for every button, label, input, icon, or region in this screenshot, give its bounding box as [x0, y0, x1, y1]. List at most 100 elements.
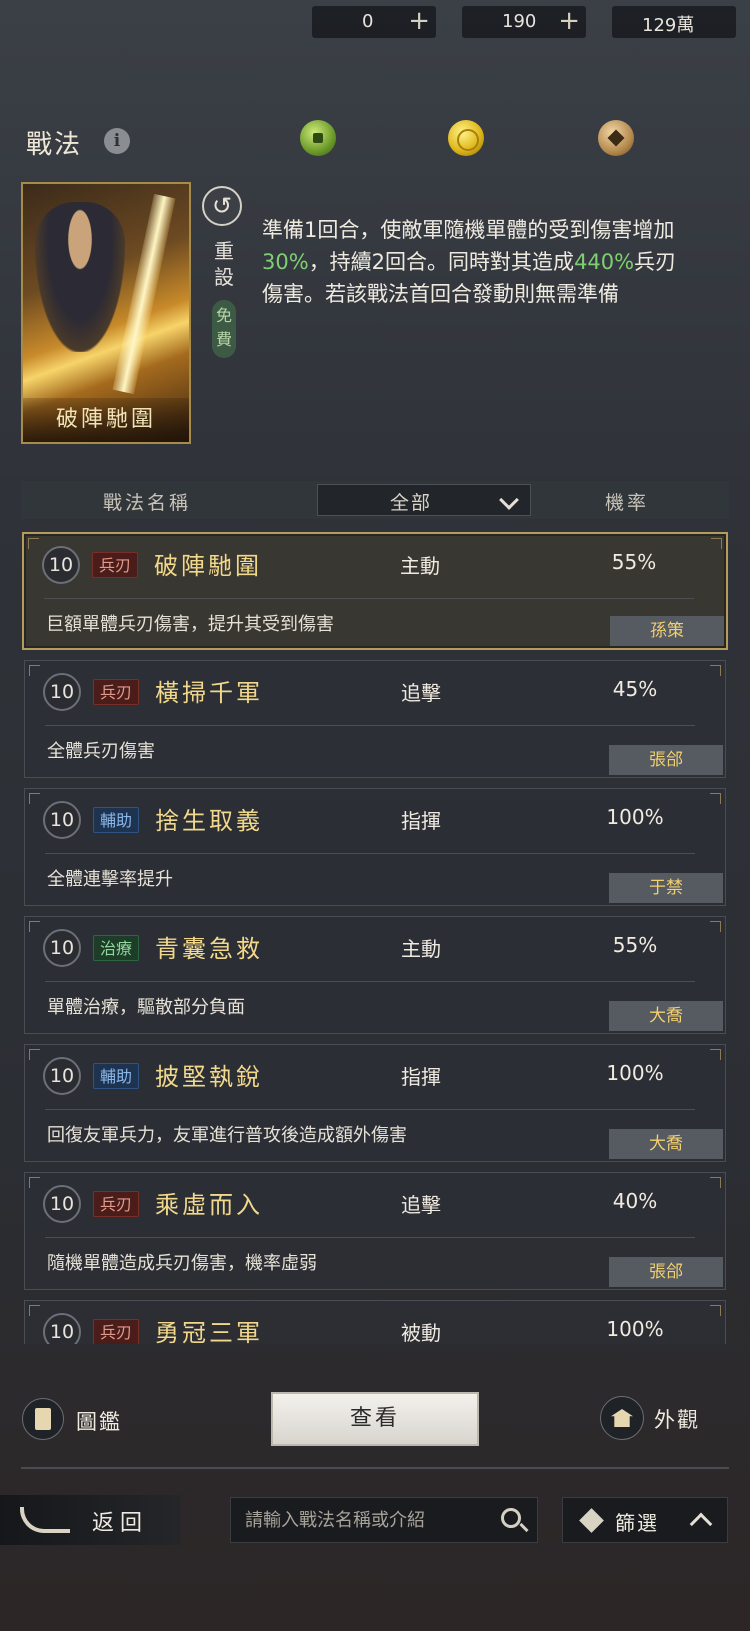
info-icon[interactable]: i	[104, 128, 130, 154]
row-divider	[45, 981, 695, 982]
skill-category-tag: 兵刃	[92, 552, 139, 578]
table-header: 戰法名稱 全部 機率	[21, 481, 729, 519]
pavilion-icon	[600, 1396, 644, 1440]
row-divider	[45, 853, 695, 854]
skill-rate: 55%	[611, 550, 657, 574]
search-box[interactable]	[230, 1497, 538, 1543]
skill-category-tag: 治療	[93, 935, 140, 961]
divider	[21, 1467, 729, 1469]
resource-copper: 129萬	[612, 6, 736, 38]
skill-summary: 隨機單體造成兵刃傷害，機率虛弱	[47, 1253, 317, 1274]
add-gold-button[interactable]: +	[558, 6, 580, 36]
filter-button[interactable]: 篩選	[562, 1497, 728, 1543]
desc-text-1: 準備1回合，使敵軍隨機單體的受到傷害增加	[262, 218, 675, 242]
type-filter-value: 全部	[390, 492, 433, 514]
reset-icon[interactable]: ↺	[202, 186, 242, 226]
skill-summary: 單體治療，驅散部分負面	[47, 997, 245, 1018]
skill-row[interactable]: 10 兵刃 勇冠三軍 被動 100%	[24, 1300, 726, 1344]
appearance-button[interactable]: 外觀	[600, 1396, 730, 1442]
skill-row[interactable]: 10 兵刃 破陣馳圍 主動 55% 巨額單體兵刃傷害，提升其受到傷害 孫策	[22, 532, 728, 650]
skill-row[interactable]: 10 治療 青囊急救 主動 55% 單體治療，驅散部分負面 大喬	[24, 916, 726, 1034]
top-bar: 戰法 i	[0, 118, 750, 166]
card-name: 破陣馳圍	[23, 398, 189, 442]
skill-description: 準備1回合，使敵軍隨機單體的受到傷害增加 30%，持續2回合。同時對其造成440%…	[262, 214, 682, 310]
view-button[interactable]: 查看	[271, 1392, 479, 1446]
skill-type: 追擊	[401, 681, 441, 705]
skill-type: 指揮	[401, 809, 441, 833]
filter-icon	[579, 1508, 604, 1533]
skill-level: 10	[43, 1313, 81, 1344]
type-filter-dropdown[interactable]: 全部	[317, 484, 531, 516]
skill-level: 10	[43, 929, 81, 967]
skill-rate: 55%	[612, 933, 658, 957]
skill-summary: 全體連擊率提升	[47, 869, 173, 890]
chevron-down-icon	[499, 490, 519, 510]
column-skill-name: 戰法名稱	[103, 492, 192, 514]
jade-coin-icon	[300, 120, 336, 156]
skill-level: 10	[42, 546, 80, 584]
resource-gold-value: 190	[502, 11, 537, 32]
desc-text-2: ，持續2回合。同時對其造成	[308, 250, 575, 274]
resource-jade: 0 +	[312, 6, 436, 38]
skill-list[interactable]: 10 兵刃 破陣馳圍 主動 55% 巨額單體兵刃傷害，提升其受到傷害 孫策 10…	[21, 532, 729, 1344]
row-divider	[44, 598, 694, 599]
skill-type: 指揮	[401, 1065, 441, 1089]
skill-rate: 45%	[612, 677, 658, 701]
resource-copper-value: 129萬	[642, 15, 695, 36]
back-button[interactable]: 返回	[0, 1495, 180, 1545]
skill-owner: 于禁	[609, 873, 723, 903]
skill-owner: 大喬	[609, 1001, 723, 1031]
skill-category-tag: 兵刃	[93, 1319, 140, 1344]
skill-category-tag: 兵刃	[93, 1191, 140, 1217]
skill-owner: 大喬	[609, 1129, 723, 1159]
desc-highlight-2: 440%	[574, 250, 635, 274]
search-icon[interactable]	[501, 1508, 521, 1528]
skill-name: 破陣馳圍	[154, 552, 262, 580]
row-divider	[45, 1109, 695, 1110]
skill-name: 披堅執銳	[155, 1063, 263, 1091]
skill-row[interactable]: 10 輔助 捨生取義 指揮 100% 全體連擊率提升 于禁	[24, 788, 726, 906]
skill-name: 乘虛而入	[155, 1191, 263, 1219]
appearance-label: 外觀	[654, 1408, 700, 1432]
free-badge: 免費	[212, 300, 236, 358]
back-label: 返回	[92, 1511, 149, 1536]
skill-row[interactable]: 10 兵刃 乘虛而入 追擊 40% 隨機單體造成兵刃傷害，機率虛弱 張郃	[24, 1172, 726, 1290]
skill-rate: 40%	[612, 1189, 658, 1213]
row-divider	[45, 1237, 695, 1238]
resource-gold: 190 +	[462, 6, 586, 38]
skill-row[interactable]: 10 兵刃 橫掃千軍 追擊 45% 全體兵刃傷害 張郃	[24, 660, 726, 778]
skill-type: 被動	[401, 1321, 441, 1344]
skill-summary: 全體兵刃傷害	[47, 741, 155, 762]
atlas-button[interactable]: 圖鑑	[22, 1398, 142, 1444]
back-arrow-icon	[20, 1507, 70, 1533]
reset-label[interactable]: 重設	[212, 238, 236, 290]
atlas-label: 圖鑑	[76, 1410, 122, 1434]
row-divider	[45, 725, 695, 726]
skill-summary: 巨額單體兵刃傷害，提升其受到傷害	[46, 614, 334, 635]
desc-highlight-1: 30%	[262, 250, 309, 274]
skill-level: 10	[43, 1185, 81, 1223]
skill-category-tag: 輔助	[93, 807, 140, 833]
gold-coin-icon	[448, 120, 484, 156]
skill-category-tag: 輔助	[93, 1063, 140, 1089]
skill-card[interactable]: 破陣馳圍	[21, 182, 191, 444]
skill-row[interactable]: 10 輔助 披堅執銳 指揮 100% 回復友軍兵力，友軍進行普攻後造成額外傷害 …	[24, 1044, 726, 1162]
search-input[interactable]	[245, 1507, 485, 1533]
skill-rate: 100%	[606, 1061, 664, 1085]
skill-rate: 100%	[606, 805, 664, 829]
skill-level: 10	[43, 1057, 81, 1095]
card-figure-art	[35, 202, 125, 352]
skill-level: 10	[43, 673, 81, 711]
skill-rate: 100%	[606, 1317, 664, 1341]
skill-type: 追擊	[401, 1193, 441, 1217]
skill-name: 青囊急救	[155, 935, 263, 963]
skill-level: 10	[43, 801, 81, 839]
skill-type: 主動	[401, 937, 441, 961]
skill-type: 主動	[400, 554, 440, 578]
skill-owner: 孫策	[610, 616, 724, 646]
skill-name: 勇冠三軍	[155, 1319, 263, 1344]
skill-name: 捨生取義	[155, 807, 263, 835]
column-rate: 機率	[605, 492, 650, 514]
add-jade-button[interactable]: +	[408, 6, 430, 36]
chevron-up-icon	[689, 1512, 713, 1536]
